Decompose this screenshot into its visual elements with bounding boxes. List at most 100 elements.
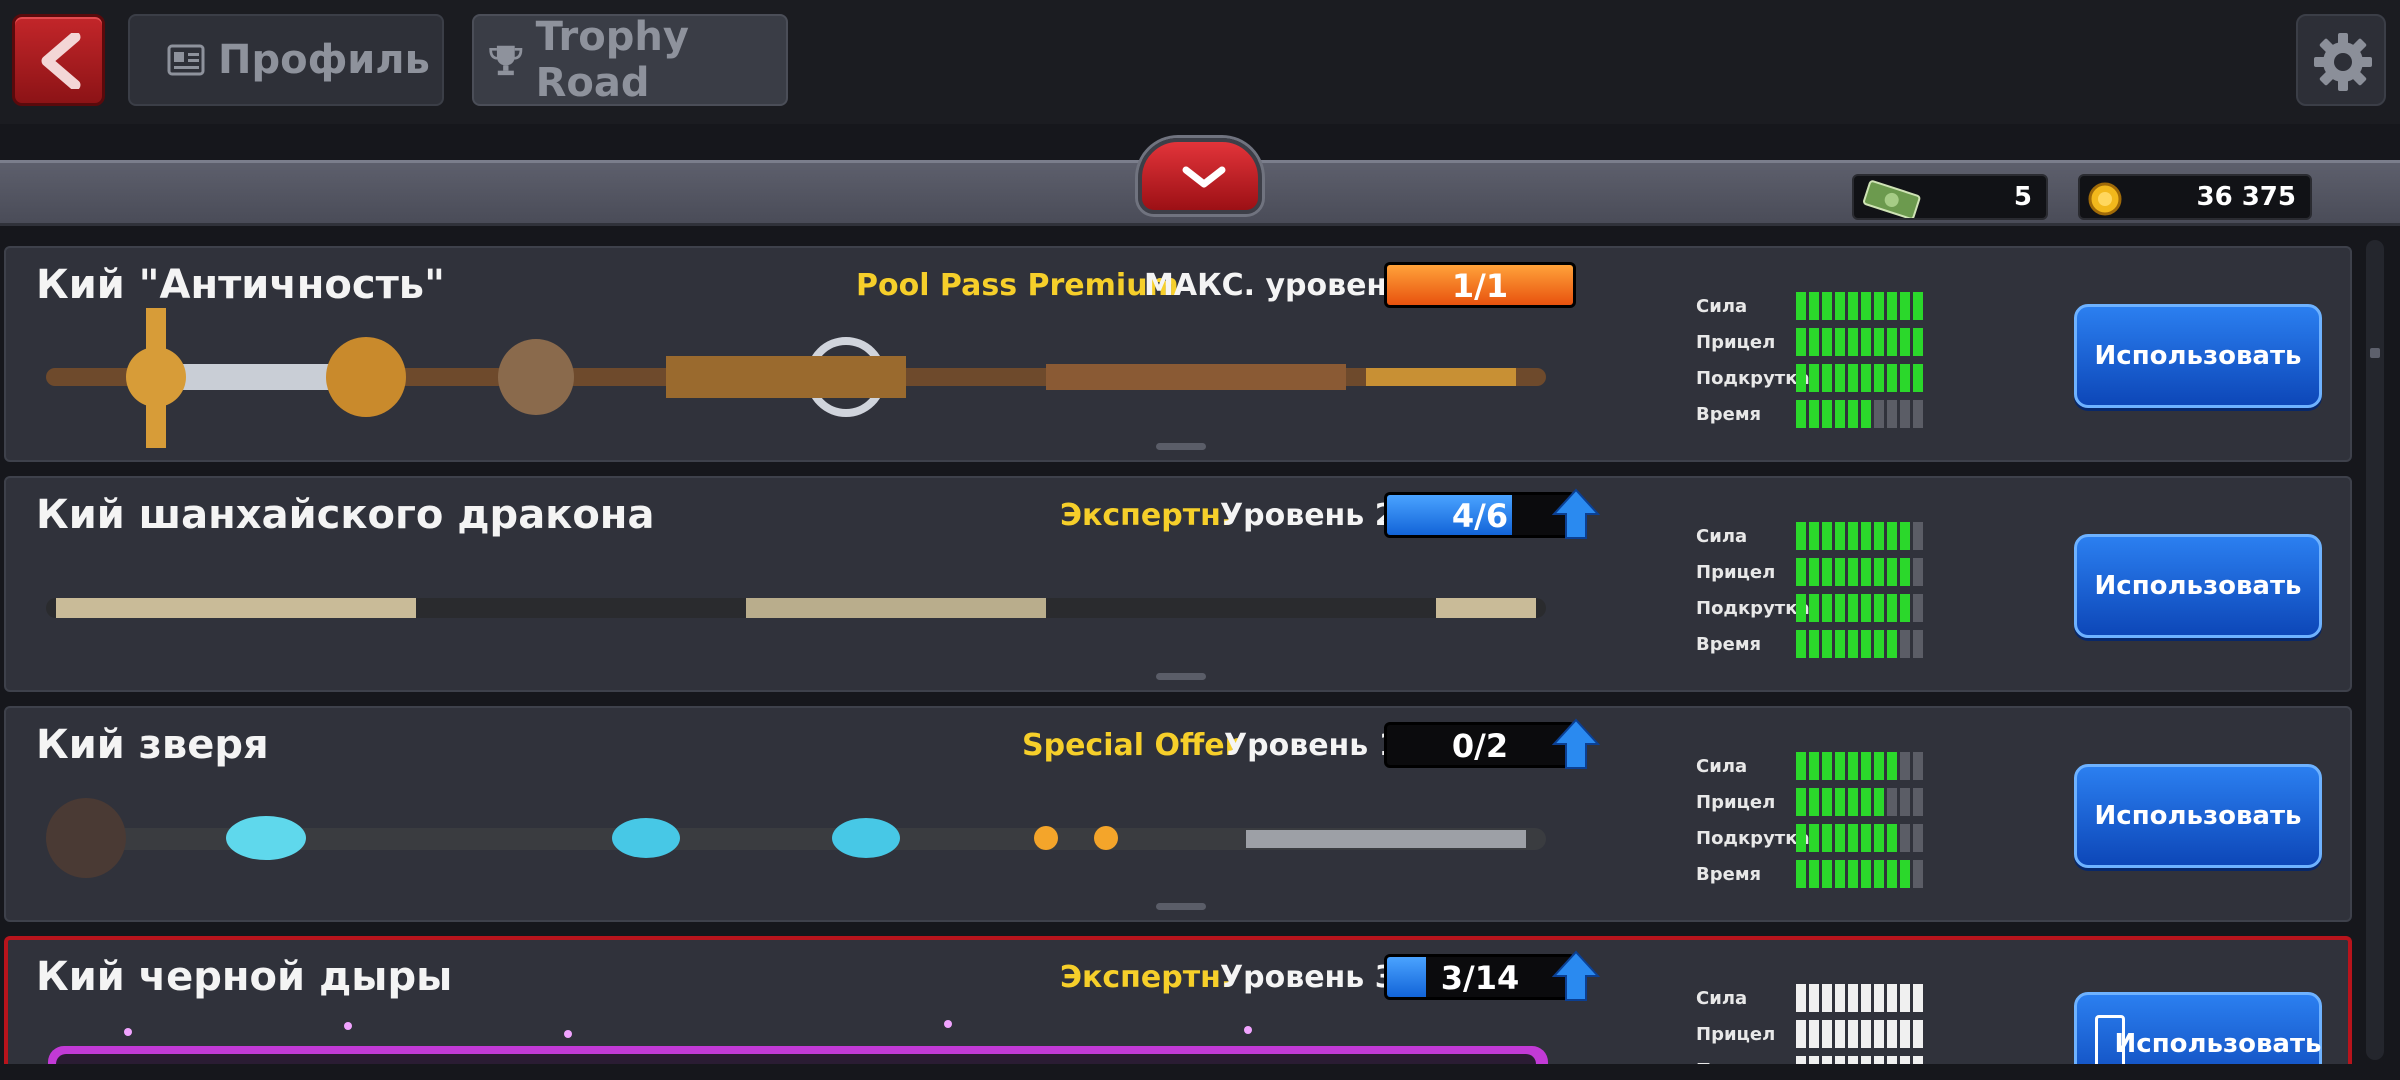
- stat-segment: [1848, 1020, 1858, 1048]
- stat-segment: [1796, 1020, 1806, 1048]
- stat-segment: [1900, 292, 1910, 320]
- stat-bars-spin: [1796, 364, 1923, 392]
- stat-segment: [1874, 558, 1884, 586]
- stat-segment: [1874, 824, 1884, 852]
- stat-segment: [1835, 860, 1845, 888]
- stat-segment: [1809, 824, 1819, 852]
- scrollbar-thumb[interactable]: [2370, 348, 2380, 358]
- stat-segment: [1900, 788, 1910, 816]
- stat-label-spin: Подкрутка: [1696, 368, 1810, 389]
- use-button[interactable]: Использовать: [2074, 304, 2322, 408]
- stat-segment: [1900, 984, 1910, 1012]
- stat-segment: [1809, 364, 1819, 392]
- cash-counter[interactable]: 5: [1852, 174, 2048, 220]
- gear-icon: [2314, 33, 2372, 91]
- stat-segment: [1874, 292, 1884, 320]
- stat-segment: [1796, 788, 1806, 816]
- tab-profile[interactable]: Профиль: [128, 14, 444, 106]
- cue-name: Кий "Античность": [36, 262, 445, 308]
- stat-segment: [1822, 364, 1832, 392]
- stat-segment: [1822, 752, 1832, 780]
- cue-card[interactable]: Кий шанхайского дракона Экспертн. Уровен…: [4, 476, 2352, 692]
- stat-segment: [1900, 328, 1910, 356]
- stat-segment: [1796, 984, 1806, 1012]
- stat-segment: [1848, 824, 1858, 852]
- stat-segment: [1874, 522, 1884, 550]
- cue-progress-bar: 4/6: [1384, 492, 1576, 538]
- stat-segment: [1848, 522, 1858, 550]
- stat-bars-aim: [1796, 558, 1923, 586]
- top-bar: Профиль Trophy Road: [0, 0, 2400, 124]
- stat-segment: [1809, 630, 1819, 658]
- stat-bars-power: [1796, 984, 1923, 1012]
- stat-segment: [1913, 860, 1923, 888]
- stat-bars-aim: [1796, 788, 1923, 816]
- use-button[interactable]: Использовать: [2074, 764, 2322, 868]
- use-button[interactable]: Использовать: [2074, 534, 2322, 638]
- coins-counter[interactable]: 36 375: [2078, 174, 2312, 220]
- stat-segment: [1835, 400, 1845, 428]
- stat-segment: [1809, 860, 1819, 888]
- stat-segment: [1848, 788, 1858, 816]
- card-handle[interactable]: [1156, 443, 1206, 450]
- stat-segment: [1822, 400, 1832, 428]
- stat-segment: [1809, 788, 1819, 816]
- cue-name: Кий черной дыры: [36, 954, 453, 1000]
- stat-segment: [1822, 984, 1832, 1012]
- stat-segment: [1796, 328, 1806, 356]
- stat-segment: [1913, 400, 1923, 428]
- collapse-button[interactable]: [1138, 138, 1262, 214]
- scrollbar[interactable]: [2366, 240, 2384, 1060]
- stat-segment: [1900, 630, 1910, 658]
- cue-stats: Сила Прицел Подкрутка Время: [1696, 522, 1936, 666]
- stat-label-power: Сила: [1696, 296, 1748, 317]
- stat-segment: [1822, 630, 1832, 658]
- stat-segment: [1848, 594, 1858, 622]
- stat-segment: [1887, 630, 1897, 658]
- stat-segment: [1822, 860, 1832, 888]
- upgrade-arrow-icon: [1552, 718, 1600, 769]
- stat-bars-power: [1796, 292, 1923, 320]
- stat-segment: [1861, 558, 1871, 586]
- stat-segment: [1887, 788, 1897, 816]
- stat-segment: [1796, 860, 1806, 888]
- cue-card[interactable]: Кий зверя Special Offer Уровень 1 0/2 Си…: [4, 706, 2352, 922]
- card-handle[interactable]: [1156, 673, 1206, 680]
- upgrade-arrow-icon: [1552, 488, 1600, 539]
- stat-segment: [1861, 788, 1871, 816]
- card-handle[interactable]: [1156, 903, 1206, 910]
- stat-segment: [1809, 558, 1819, 586]
- stat-segment: [1913, 630, 1923, 658]
- stat-segment: [1809, 984, 1819, 1012]
- use-button-label: Использовать: [2114, 1029, 2322, 1059]
- stat-segment: [1874, 752, 1884, 780]
- cue-level: Уровень 1: [1224, 728, 1400, 763]
- stat-segment: [1913, 364, 1923, 392]
- stat-segment: [1822, 558, 1832, 586]
- stat-segment: [1809, 594, 1819, 622]
- cue-image: [46, 798, 1546, 878]
- stat-segment: [1848, 292, 1858, 320]
- stat-label-spin: Подкрутка: [1696, 828, 1810, 849]
- stat-segment: [1913, 824, 1923, 852]
- cue-image: [46, 598, 1546, 618]
- cue-card-selected[interactable]: Кий черной дыры Экспертн. Уровень 3 3/14…: [4, 936, 2352, 1080]
- stat-bars-aim: [1796, 1020, 1923, 1048]
- stat-segment: [1835, 522, 1845, 550]
- stat-segment: [1874, 594, 1884, 622]
- stat-segment: [1835, 558, 1845, 586]
- stat-segment: [1900, 594, 1910, 622]
- cue-card[interactable]: Кий "Античность" Pool Pass Premium МАКС.…: [4, 246, 2352, 462]
- stat-segment: [1809, 522, 1819, 550]
- back-button[interactable]: [12, 14, 105, 106]
- stat-segment: [1913, 292, 1923, 320]
- settings-button[interactable]: [2296, 14, 2386, 106]
- tab-trophy-road[interactable]: Trophy Road: [472, 14, 788, 106]
- stat-segment: [1796, 824, 1806, 852]
- cue-source: Special Offer: [1022, 728, 1240, 763]
- stat-segment: [1874, 1020, 1884, 1048]
- cue-level: Уровень 2: [1220, 498, 1396, 533]
- stat-segment: [1796, 558, 1806, 586]
- coins-value: 36 375: [2196, 182, 2296, 212]
- stat-segment: [1861, 824, 1871, 852]
